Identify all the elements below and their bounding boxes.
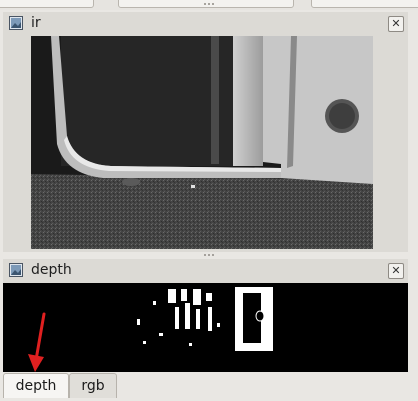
depth-camera-image — [3, 283, 408, 372]
ir-close-button[interactable]: ✕ — [388, 16, 404, 32]
depth-image-view[interactable] — [3, 283, 408, 372]
tab-depth[interactable]: depth — [3, 373, 69, 398]
image-icon — [9, 16, 23, 30]
toolbar-button[interactable] — [0, 0, 94, 8]
ir-camera-image — [31, 36, 373, 249]
close-icon: ✕ — [391, 17, 401, 30]
image-icon — [9, 263, 23, 277]
tab-rgb[interactable]: rgb — [69, 373, 117, 398]
depth-panel: depth ✕ — [3, 259, 408, 372]
close-icon: ✕ — [391, 264, 401, 277]
tab-depth-label: depth — [15, 378, 57, 394]
toolbar-button[interactable] — [311, 0, 418, 8]
ir-title: ir — [31, 15, 41, 31]
depth-close-button[interactable]: ✕ — [388, 263, 404, 279]
depth-titlebar[interactable]: depth ✕ — [3, 259, 408, 282]
ir-panel: ir ✕ — [3, 12, 408, 252]
annotation-arrow — [28, 312, 46, 372]
tab-rgb-label: rgb — [81, 378, 105, 394]
top-toolbar-strip — [0, 0, 418, 10]
ir-image-view[interactable] — [31, 36, 373, 249]
splitter-grip[interactable] — [204, 3, 214, 9]
ir-titlebar[interactable]: ir ✕ — [3, 12, 408, 35]
depth-title: depth — [31, 262, 72, 278]
